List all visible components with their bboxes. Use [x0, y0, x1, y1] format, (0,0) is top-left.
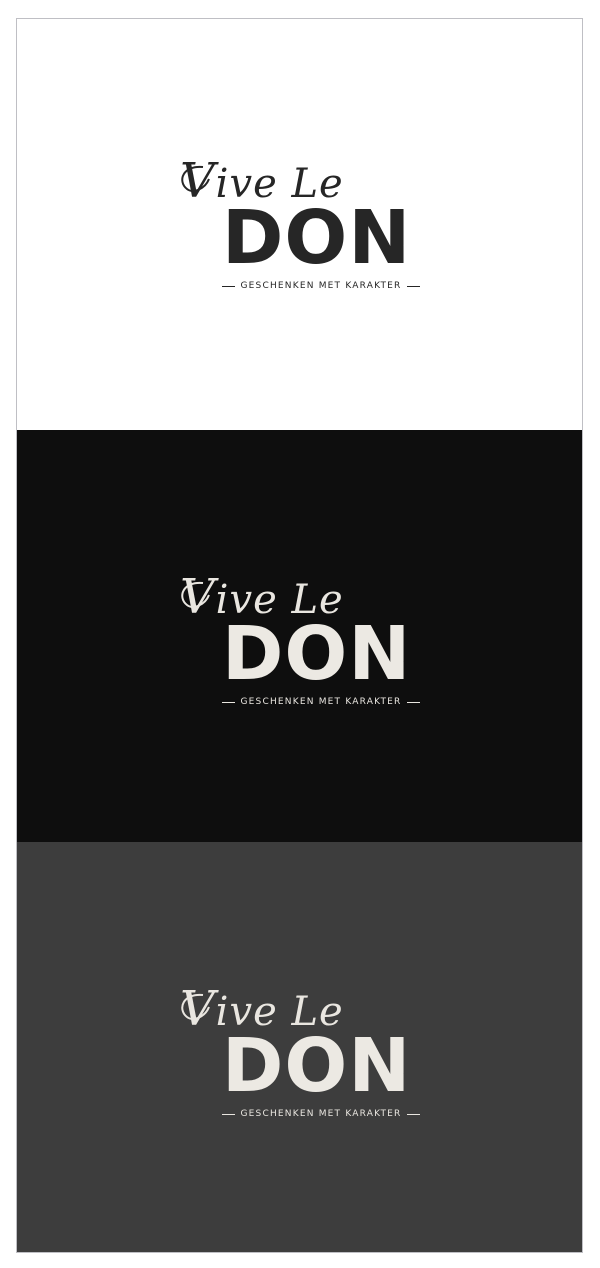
tagline-rule-left [222, 285, 236, 287]
logo: Vive Le DON GESCHENKEN MET KARAKTER [180, 985, 420, 1120]
logo-tagline-row: GESCHENKEN MET KARAKTER [222, 1108, 420, 1120]
tagline-rule-right [406, 701, 420, 703]
logo-script-initial: V [180, 569, 216, 625]
logo-tagline: GESCHENKEN MET KARAKTER [240, 697, 402, 707]
logo-wordmark: DON [222, 1023, 412, 1109]
tagline-rule-left [222, 1113, 236, 1115]
tagline-rule-right [406, 1113, 420, 1115]
logo-script-initial: V [180, 153, 216, 209]
tagline-rule-right [406, 285, 420, 287]
logo: Vive Le DON GESCHENKEN MET KARAKTER [180, 157, 420, 292]
logo-tagline: GESCHENKEN MET KARAKTER [240, 281, 402, 291]
logo-panel-dark: Vive Le DON GESCHENKEN MET KARAKTER [17, 430, 582, 842]
logo-wordmark: DON [222, 195, 412, 281]
logo: Vive Le DON GESCHENKEN MET KARAKTER [180, 573, 420, 708]
logo-panel-gray: Vive Le DON GESCHENKEN MET KARAKTER [17, 842, 582, 1252]
logo-panel-light: Vive Le DON GESCHENKEN MET KARAKTER [17, 19, 582, 430]
logo-tagline: GESCHENKEN MET KARAKTER [240, 1109, 402, 1119]
logo-script-initial: V [180, 981, 216, 1037]
logo-tagline-row: GESCHENKEN MET KARAKTER [222, 696, 420, 708]
logo-tagline-row: GESCHENKEN MET KARAKTER [222, 280, 420, 292]
tagline-rule-left [222, 701, 236, 703]
logo-wordmark: DON [222, 611, 412, 697]
presentation-frame: Vive Le DON GESCHENKEN MET KARAKTER Vive… [16, 18, 583, 1253]
